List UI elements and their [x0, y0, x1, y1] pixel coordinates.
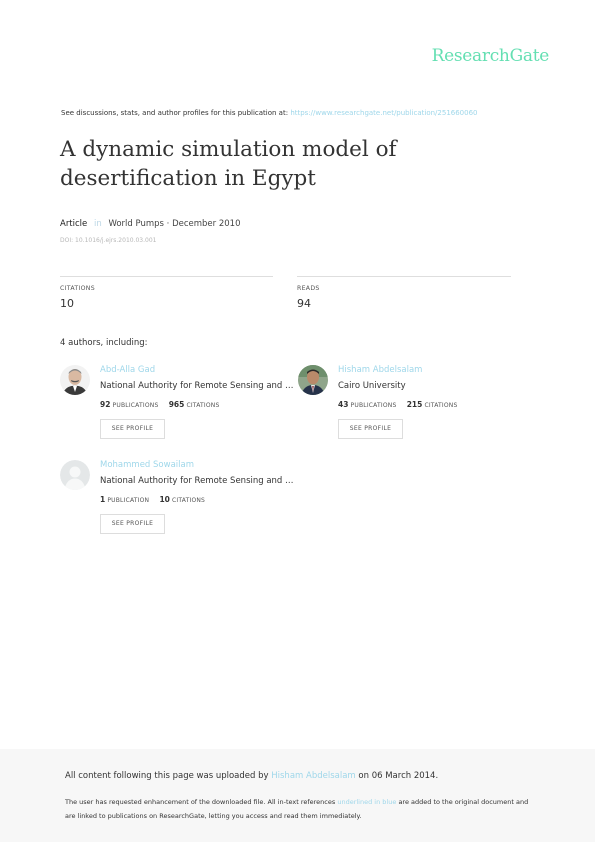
- journal-name[interactable]: World Pumps: [108, 219, 164, 229]
- author-counts: 43 PUBLICATIONS 215 CITATIONS: [338, 400, 458, 409]
- doi: DOI: 10.1016/j.ejrs.2010.03.001: [60, 237, 157, 244]
- author-card: Mohammed Sowailam National Authority for…: [60, 460, 298, 535]
- see-profile-button[interactable]: SEE PROFILE: [338, 419, 403, 439]
- discussions-text: See discussions, stats, and author profi…: [61, 109, 289, 117]
- avatar[interactable]: [298, 365, 328, 395]
- notice-prefix: The user has requested enhancement of th…: [65, 798, 336, 806]
- publication-type: Article: [60, 219, 88, 229]
- see-profile-button[interactable]: SEE PROFILE: [100, 514, 165, 534]
- citations-count: 965: [168, 400, 185, 409]
- reads-label: READS: [297, 285, 320, 292]
- reads-stat: READS 94: [297, 276, 511, 310]
- citations-label: CITATIONS: [186, 402, 220, 409]
- author-affiliation: National Authority for Remote Sensing an…: [100, 381, 298, 391]
- author-card: Abd-Alla Gad National Authority for Remo…: [60, 365, 298, 440]
- enhancement-notice: The user has requested enhancement of th…: [65, 795, 535, 823]
- publications-label: PUBLICATIONS: [112, 402, 159, 409]
- author-name[interactable]: Mohammed Sowailam: [100, 460, 194, 470]
- citations-label: CITATIONS: [60, 285, 95, 292]
- date-separator: ·: [166, 219, 170, 229]
- default-avatar-icon[interactable]: [60, 460, 90, 490]
- authors-heading: 4 authors, including:: [60, 338, 148, 348]
- author-name[interactable]: Abd-Alla Gad: [100, 365, 155, 375]
- publication-title: A dynamic simulation model of desertific…: [60, 137, 397, 191]
- see-profile-button[interactable]: SEE PROFILE: [100, 419, 165, 439]
- in-word: in: [93, 219, 102, 229]
- discussions-line: See discussions, stats, and author profi…: [61, 109, 478, 117]
- publications-label: PUBLICATION: [107, 497, 150, 504]
- author-counts: 1 PUBLICATION 10 CITATIONS: [100, 495, 205, 504]
- citations-value: 10: [60, 297, 74, 310]
- citations-count: 10: [159, 495, 170, 504]
- author-affiliation: Cairo University: [338, 381, 406, 391]
- publication-meta: Article in World Pumps · December 2010: [60, 219, 241, 229]
- citations-count: 215: [406, 400, 423, 409]
- author-affiliation: National Authority for Remote Sensing an…: [100, 476, 298, 486]
- citations-label: CITATIONS: [424, 402, 458, 409]
- notice-link: underlined in blue: [337, 798, 397, 806]
- uploader-link[interactable]: Hisham Abdelsalam: [271, 771, 355, 781]
- author-name[interactable]: Hisham Abdelsalam: [338, 365, 422, 375]
- avatar[interactable]: [60, 365, 90, 395]
- upload-suffix: on 06 March 2014.: [358, 771, 439, 781]
- publications-count: 1: [100, 495, 106, 504]
- publication-date: December 2010: [172, 219, 241, 229]
- citations-label: CITATIONS: [172, 497, 206, 504]
- researchgate-logo[interactable]: ResearchGate: [432, 46, 550, 66]
- publications-count: 43: [338, 400, 349, 409]
- author-counts: 92 PUBLICATIONS 965 CITATIONS: [100, 400, 220, 409]
- upload-notice: All content following this page was uplo…: [65, 771, 438, 781]
- upload-prefix: All content following this page was uplo…: [65, 771, 269, 781]
- author-card: Hisham Abdelsalam Cairo University 43 PU…: [298, 365, 536, 440]
- publication-url-link[interactable]: https://www.researchgate.net/publication…: [290, 109, 477, 117]
- publications-count: 92: [100, 400, 111, 409]
- citations-stat: CITATIONS 10: [60, 276, 273, 310]
- reads-value: 94: [297, 297, 311, 310]
- publications-label: PUBLICATIONS: [350, 402, 397, 409]
- footer: All content following this page was uplo…: [0, 749, 595, 842]
